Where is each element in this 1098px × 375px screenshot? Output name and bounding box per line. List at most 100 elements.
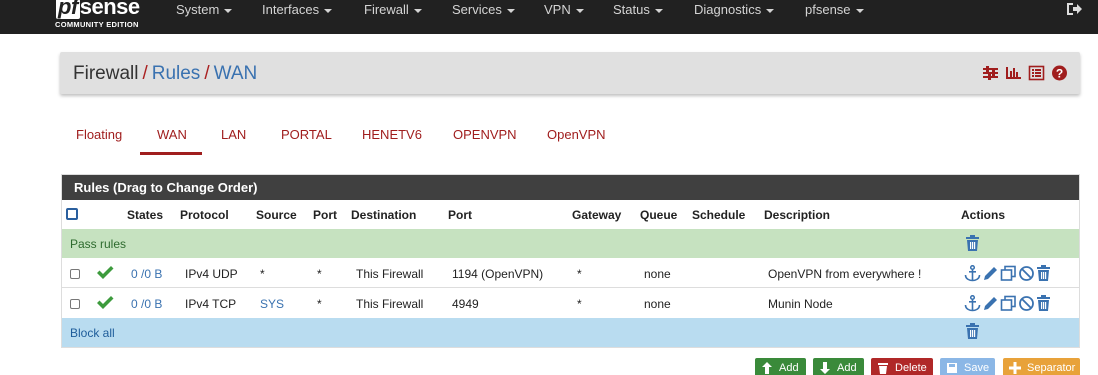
- add-bottom-button[interactable]: Add: [813, 358, 864, 375]
- cell-source-alias-link[interactable]: SYS: [260, 297, 284, 311]
- trash-icon[interactable]: [965, 323, 980, 343]
- sign-out-icon[interactable]: [1066, 2, 1082, 16]
- states-link[interactable]: 0 /0 B: [131, 267, 162, 281]
- nav-diagnostics-label: Diagnostics: [694, 2, 762, 17]
- nav-vpn-label: VPN: [544, 2, 571, 17]
- header-schedule[interactable]: Schedule: [692, 208, 745, 222]
- tab-openvpn[interactable]: OpenVPN: [547, 127, 606, 142]
- separator-row-block[interactable]: Block all: [62, 318, 1079, 347]
- cell-destination-port: 4949: [452, 297, 479, 311]
- breadcrumb-rules-link[interactable]: Rules: [152, 63, 201, 84]
- nav-status[interactable]: Status: [613, 2, 663, 17]
- breadcrumb-panel: Firewall / Rules / WAN ?: [60, 52, 1080, 94]
- tab-portal[interactable]: PORTAL: [281, 127, 332, 142]
- tab-henetv6[interactable]: HENETV6: [362, 127, 422, 142]
- logo-suffix: sense: [79, 0, 140, 19]
- cell-destination: This Firewall: [356, 267, 424, 281]
- header-queue[interactable]: Queue: [640, 208, 677, 222]
- cell-protocol: IPv4 UDP: [185, 267, 238, 281]
- rules-panel-title: Rules (Drag to Change Order): [62, 175, 1079, 200]
- header-gateway[interactable]: Gateway: [572, 208, 621, 222]
- separator-label: Separator: [1027, 362, 1076, 374]
- rules-panel: Rules (Drag to Change Order) States Prot…: [61, 174, 1080, 348]
- table-row[interactable]: 0 /0 B IPv4 UDP * * This Firewall 1194 (…: [62, 259, 1079, 288]
- chevron-down-icon: [324, 8, 333, 13]
- active-tab-indicator: [140, 152, 202, 155]
- sliders-icon[interactable]: [982, 65, 999, 81]
- nav-system[interactable]: System: [176, 2, 233, 17]
- separator-label: Block all: [70, 326, 115, 340]
- header-description[interactable]: Description: [764, 208, 830, 222]
- header-destination[interactable]: Destination: [351, 208, 416, 222]
- delete-label: Delete: [895, 362, 927, 374]
- trash-icon[interactable]: [965, 235, 980, 255]
- logo-wordmark: pfsense: [56, 0, 140, 20]
- top-navbar: pfsense COMMUNITY EDITION System Interfa…: [0, 0, 1098, 34]
- chevron-down-icon: [224, 8, 233, 13]
- anchor-icon[interactable]: [964, 294, 981, 312]
- header-destination-port[interactable]: Port: [448, 208, 472, 222]
- breadcrumb-firewall: Firewall: [73, 63, 139, 84]
- check-icon[interactable]: [96, 265, 114, 283]
- nav-firewall[interactable]: Firewall: [364, 2, 422, 17]
- tab-wan[interactable]: WAN: [157, 127, 187, 142]
- separator-label: Pass rules: [70, 237, 127, 251]
- cell-gateway: *: [577, 267, 582, 281]
- arrow-down-icon: [819, 361, 831, 375]
- help-icon[interactable]: ?: [1051, 65, 1068, 81]
- logo-edition: COMMUNITY EDITION: [55, 20, 139, 29]
- tab-floating[interactable]: Floating: [76, 127, 122, 142]
- save-label: Save: [964, 362, 990, 374]
- header-source-port[interactable]: Port: [313, 208, 337, 222]
- nav-vpn[interactable]: VPN: [544, 2, 584, 17]
- states-link[interactable]: 0 /0 B: [131, 297, 162, 311]
- cell-protocol: IPv4 TCP: [185, 297, 237, 311]
- nav-interfaces[interactable]: Interfaces: [262, 2, 333, 17]
- separator-row-pass[interactable]: Pass rules: [62, 229, 1079, 258]
- copy-icon[interactable]: [1000, 295, 1017, 312]
- list-icon[interactable]: [1028, 65, 1045, 81]
- breadcrumb-separator: /: [204, 63, 210, 84]
- pencil-icon[interactable]: [982, 265, 999, 282]
- select-all-checkbox[interactable]: [66, 208, 78, 220]
- check-icon[interactable]: [96, 295, 114, 313]
- trash-icon[interactable]: [1036, 295, 1053, 312]
- header-protocol[interactable]: Protocol: [180, 208, 229, 222]
- ban-icon[interactable]: [1018, 295, 1035, 312]
- copy-icon[interactable]: [1000, 265, 1017, 282]
- tab-openvpn-upper[interactable]: OPENVPN: [453, 127, 517, 142]
- row-actions: [964, 264, 1053, 282]
- add-separator-button[interactable]: Separator: [1003, 358, 1080, 375]
- nav-services[interactable]: Services: [452, 2, 515, 17]
- breadcrumb-separator: /: [142, 63, 148, 84]
- anchor-icon[interactable]: [964, 264, 981, 282]
- delete-button[interactable]: Delete: [871, 358, 933, 375]
- cell-gateway: *: [577, 297, 582, 311]
- nav-diagnostics[interactable]: Diagnostics: [694, 2, 775, 17]
- cell-destination: This Firewall: [356, 297, 424, 311]
- tab-lan[interactable]: LAN: [221, 127, 246, 142]
- trash-icon[interactable]: [1036, 265, 1053, 282]
- nav-status-label: Status: [613, 2, 650, 17]
- add-top-button[interactable]: Add: [755, 358, 806, 375]
- ban-icon[interactable]: [1018, 265, 1035, 282]
- row-checkbox[interactable]: [70, 269, 80, 279]
- pfsense-logo[interactable]: pfsense COMMUNITY EDITION: [54, 0, 154, 34]
- chevron-down-icon: [413, 8, 422, 13]
- chevron-down-icon: [654, 8, 663, 13]
- nav-pfsense[interactable]: pfsense: [805, 2, 864, 17]
- header-states[interactable]: States: [127, 208, 163, 222]
- trash-icon: [877, 361, 889, 375]
- svg-text:?: ?: [1056, 67, 1063, 81]
- logo-prefix: pf: [56, 0, 80, 19]
- cell-description: Munin Node: [768, 297, 833, 311]
- row-checkbox[interactable]: [70, 299, 80, 309]
- table-row[interactable]: 0 /0 B IPv4 TCP SYS * This Firewall 4949…: [62, 289, 1079, 318]
- save-button[interactable]: Save: [940, 358, 995, 375]
- pencil-icon[interactable]: [982, 295, 999, 312]
- cell-source-port: *: [317, 297, 322, 311]
- breadcrumb-wan-link[interactable]: WAN: [214, 63, 258, 84]
- header-source[interactable]: Source: [256, 208, 297, 222]
- add-top-label: Add: [779, 362, 799, 374]
- bar-chart-icon[interactable]: [1005, 65, 1022, 81]
